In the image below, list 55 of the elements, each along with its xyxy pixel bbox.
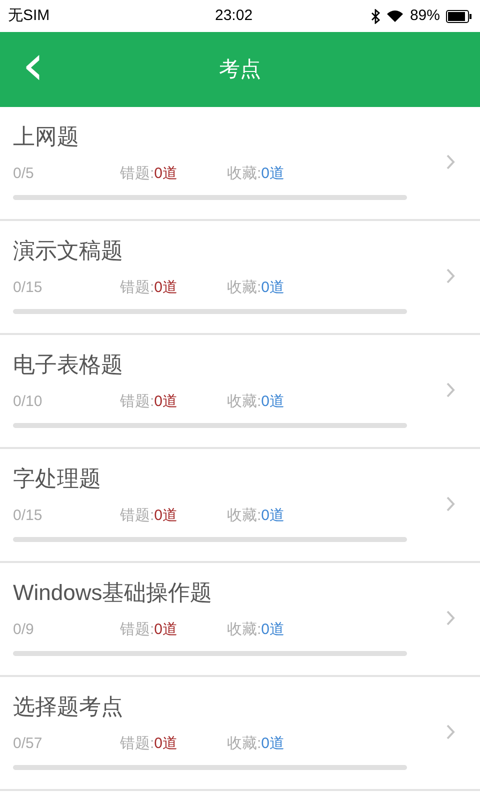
stat-label: 错题: [120,278,154,298]
bluetooth-icon [370,8,380,24]
stat-value: 0道 [261,392,285,412]
progress-count: 0/9 [13,620,35,640]
progress-count: 0/57 [13,734,44,754]
battery-icon [446,10,472,22]
chevron-right-icon [446,268,456,284]
topic-row[interactable]: Windows基础操作题 0/9 错题:0道 收藏:0道 [0,563,480,677]
chevron-right-icon [446,496,456,512]
topic-row[interactable]: 演示文稿题 0/15 错题:0道 收藏:0道 [0,221,480,335]
stat-label: 收藏: [227,278,262,298]
topic-title: 电子表格题 [13,351,123,379]
stat-value: 0道 [154,620,178,640]
progress-count: 0/15 [13,506,44,526]
topic-row[interactable]: 上网题 0/5 错题:0道 收藏:0道 [0,107,480,221]
stat-value: 0道 [261,164,285,184]
stat-value: 0道 [261,278,285,298]
topic-title: 上网题 [13,123,79,151]
chevron-right-icon [446,382,456,398]
stat-label: 收藏: [227,620,262,640]
topic-row[interactable]: 电子表格题 0/10 错题:0道 收藏:0道 [0,335,480,449]
stat-label: 错题: [120,506,154,526]
wifi-icon [386,10,404,22]
chevron-right-icon [446,724,456,740]
stat-value: 0道 [154,278,178,298]
progress-count: 0/10 [13,392,44,412]
stat-label: 错题: [120,620,154,640]
topic-row[interactable]: 字处理题 0/15 错题:0道 收藏:0道 [0,449,480,563]
clock-text: 23:02 [215,6,253,26]
progress-count: 0/5 [13,164,35,184]
topic-title: Windows基础操作题 [13,579,212,607]
stat-value: 0道 [154,164,178,184]
stat-label: 错题: [120,164,154,184]
stat-label: 错题: [120,392,154,412]
chevron-right-icon [446,610,456,626]
topic-title: 字处理题 [13,465,101,493]
chevron-right-icon [446,154,456,170]
page-title: 考点 [219,56,261,83]
stat-label: 错题: [120,734,154,754]
stat-label: 收藏: [227,734,262,754]
stat-value: 0道 [154,506,178,526]
stat-label: 收藏: [227,506,262,526]
topic-title: 选择题考点 [13,693,123,721]
stat-value: 0道 [154,392,178,412]
stat-label: 收藏: [227,392,262,412]
carrier-text: 无SIM [8,6,50,26]
progress-count: 0/15 [13,278,44,298]
battery-text: 89% [410,6,440,26]
topic-row[interactable]: 选择题考点 0/57 错题:0道 收藏:0道 [0,677,480,791]
stat-value: 0道 [154,734,178,754]
stat-label: 收藏: [227,164,262,184]
stat-value: 0道 [261,734,285,754]
stat-value: 0道 [261,506,285,526]
topic-title: 演示文稿题 [13,237,123,265]
stat-value: 0道 [261,620,285,640]
